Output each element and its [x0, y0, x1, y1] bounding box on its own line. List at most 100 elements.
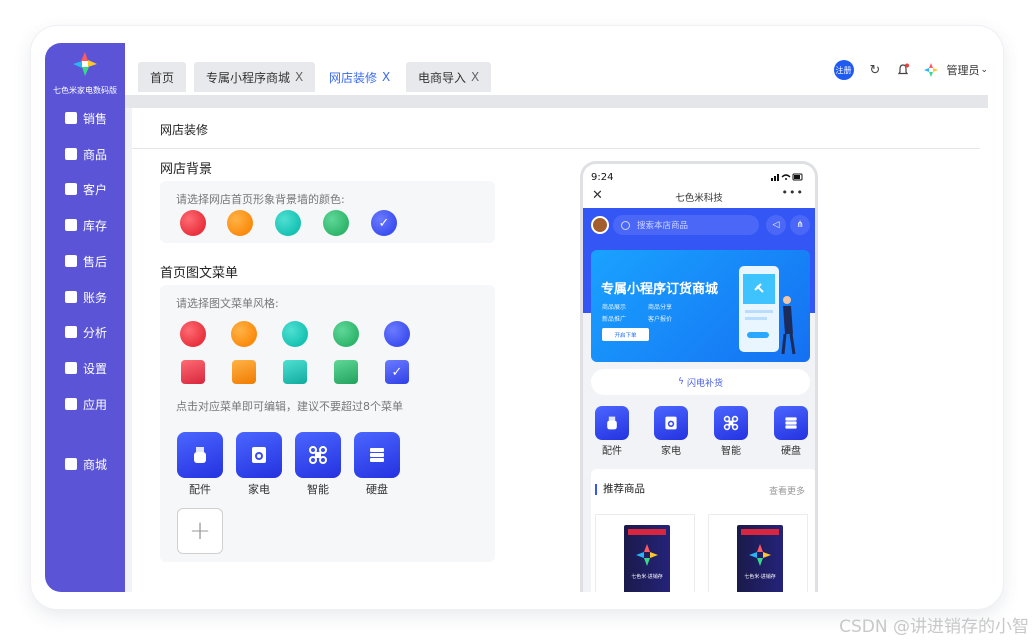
menu-round-green[interactable] — [333, 321, 359, 347]
tab-ecommerce-import[interactable]: 电商导入 X — [406, 62, 492, 92]
shop-bag-icon — [65, 458, 77, 470]
menu-square-orange[interactable] — [232, 360, 256, 384]
menu-item-appliances[interactable] — [236, 432, 282, 478]
product-card[interactable]: 七色米·进销存 — [595, 514, 695, 592]
sidebar-item-customers[interactable]: 客户 — [45, 176, 125, 202]
menu-round-teal[interactable] — [282, 321, 308, 347]
flash-restock-button[interactable]: ϟ 闪电补货 — [591, 369, 810, 395]
server-icon — [370, 448, 384, 462]
bg-color-green[interactable] — [323, 210, 349, 236]
app-window: 七色米家电数码版 销售 商品 客户 库存 售后 账务 分析 设置 应用 商城 首… — [45, 43, 988, 592]
banner-feature: 新品推广 — [602, 316, 627, 323]
store-avatar — [591, 216, 609, 234]
share-icon[interactable]: ⋔ — [790, 215, 810, 235]
banner-button[interactable]: 开启下单 — [602, 328, 649, 341]
phone-menu-hard-drive[interactable] — [774, 406, 808, 440]
menu-edit-hint: 点击对应菜单即可编辑，建议不要超过8个菜单 — [176, 400, 403, 413]
background-section-title: 网店背景 — [160, 162, 213, 177]
tab-close-icon[interactable]: X — [382, 70, 390, 84]
background-hint: 请选择网店首页形象背景墙的颜色: — [176, 193, 345, 206]
add-menu-button[interactable]: + — [177, 508, 223, 554]
sidebar-item-accounts[interactable]: 账务 — [45, 284, 125, 310]
register-button[interactable]: 注册 — [833, 60, 854, 80]
phone-menu-smart[interactable] — [714, 406, 748, 440]
admin-name: 管理员 — [946, 64, 980, 77]
menu-item-accessories[interactable] — [177, 432, 223, 478]
top-bar: 首页 专属小程序商城 X 网店装修 X 电商导入 X 注册 ↻ 管理员 ⌄ — [125, 43, 988, 95]
banner-feature: 商品展示 — [602, 304, 627, 311]
product-image: 七色米·进销存 — [737, 525, 783, 592]
menu-round-orange[interactable] — [231, 321, 257, 347]
phone-menu-accessories[interactable] — [595, 406, 629, 440]
sidebar-item-apps[interactable]: 应用 — [45, 391, 125, 417]
phone-menu-label: 配件 — [602, 446, 622, 457]
sidebar-item-label: 售后 — [83, 254, 108, 269]
bg-color-red[interactable] — [180, 210, 206, 236]
tab-mini-program-mall[interactable]: 专属小程序商城 X — [194, 62, 316, 92]
phone-menu-label: 家电 — [661, 446, 681, 457]
phone-menu-appliances[interactable] — [654, 406, 688, 440]
tab-close-icon[interactable]: X — [471, 70, 479, 84]
menu-item-label: 配件 — [189, 483, 211, 496]
watermark: CSDN @讲进销存的小智 — [839, 617, 1029, 637]
page-title: 网店装修 — [160, 123, 209, 137]
admin-avatar-icon — [924, 63, 939, 77]
menu-square-teal[interactable] — [283, 360, 307, 384]
lightning-icon: ϟ — [678, 377, 684, 387]
sidebar-item-inventory[interactable]: 库存 — [45, 212, 125, 238]
menu-square-green[interactable] — [334, 360, 358, 384]
sidebar-item-products[interactable]: 商品 — [45, 141, 125, 167]
sidebar-item-label: 分析 — [83, 325, 108, 340]
menu-item-hard-drive[interactable] — [354, 432, 400, 478]
phone-menu-label: 智能 — [721, 446, 741, 457]
bg-color-orange[interactable] — [227, 210, 253, 236]
bg-color-teal[interactable] — [275, 210, 301, 236]
phone-illustration-icon — [739, 266, 796, 355]
speaker-icon[interactable]: ◁ — [766, 215, 786, 235]
phone-title: 七色米科技 — [675, 193, 723, 204]
product-image: 七色米·进销存 — [624, 525, 670, 592]
menu-square-red[interactable] — [181, 360, 205, 384]
tab-label: 专属小程序商城 — [206, 70, 291, 85]
smart-icon — [309, 446, 327, 464]
menu-round-blue[interactable] — [384, 321, 410, 347]
sidebar-item-label: 账务 — [83, 290, 108, 305]
sidebar-item-label: 销售 — [83, 111, 108, 126]
refresh-icon[interactable]: ↻ — [870, 63, 881, 78]
recommend-more-link[interactable]: 查看更多 — [769, 484, 805, 497]
sidebar-item-label: 商城 — [83, 457, 108, 472]
sidebar-item-analysis[interactable]: 分析 — [45, 319, 125, 345]
tab-home[interactable]: 首页 — [138, 62, 187, 92]
tab-label: 网店装修 — [329, 70, 378, 85]
phone-banner[interactable]: 专属小程序订货商城 商品展示 商品分享 新品推广 客户报价 开启下单 — [591, 250, 810, 362]
sidebar-item-aftersale[interactable]: 售后 — [45, 248, 125, 274]
chart-icon — [65, 326, 77, 338]
menu-square-blue-selected[interactable]: ✓ — [385, 360, 409, 384]
product-box-text: 七色米·进销存 — [631, 574, 663, 580]
box-icon — [65, 148, 77, 160]
bg-color-blue-selected[interactable]: ✓ — [371, 210, 397, 236]
phone-more-icon[interactable]: ••• — [782, 186, 804, 199]
check-icon: ✓ — [391, 364, 403, 380]
brand-name: 七色米家电数码版 — [53, 86, 117, 95]
sidebar-item-sales[interactable]: 销售 — [45, 105, 125, 131]
sidebar-item-label: 库存 — [83, 218, 108, 233]
tab-strip-divider — [125, 95, 988, 108]
sidebar-item-settings[interactable]: 设置 — [45, 355, 125, 381]
menu-section-title: 首页图文菜单 — [160, 266, 239, 281]
phone-menu-label: 硬盘 — [781, 446, 801, 457]
sidebar-item-label: 应用 — [83, 397, 108, 412]
admin-menu[interactable]: 管理员 ⌄ — [924, 62, 988, 78]
warehouse-icon — [65, 219, 77, 231]
bell-icon[interactable] — [896, 63, 910, 77]
banner-title: 专属小程序订货商城 — [601, 282, 719, 297]
tab-store-decoration[interactable]: 网店装修 X — [317, 62, 403, 92]
sidebar-item-mall[interactable]: 商城 — [45, 451, 125, 477]
brand: 七色米家电数码版 — [45, 51, 125, 96]
product-card[interactable]: 七色米·进销存 — [708, 514, 808, 592]
phone-search-input[interactable]: 搜索本店商品 — [613, 215, 759, 235]
tab-close-icon[interactable]: X — [295, 70, 303, 84]
search-icon — [621, 220, 630, 230]
menu-round-red[interactable] — [180, 321, 206, 347]
menu-item-smart[interactable] — [295, 432, 341, 478]
